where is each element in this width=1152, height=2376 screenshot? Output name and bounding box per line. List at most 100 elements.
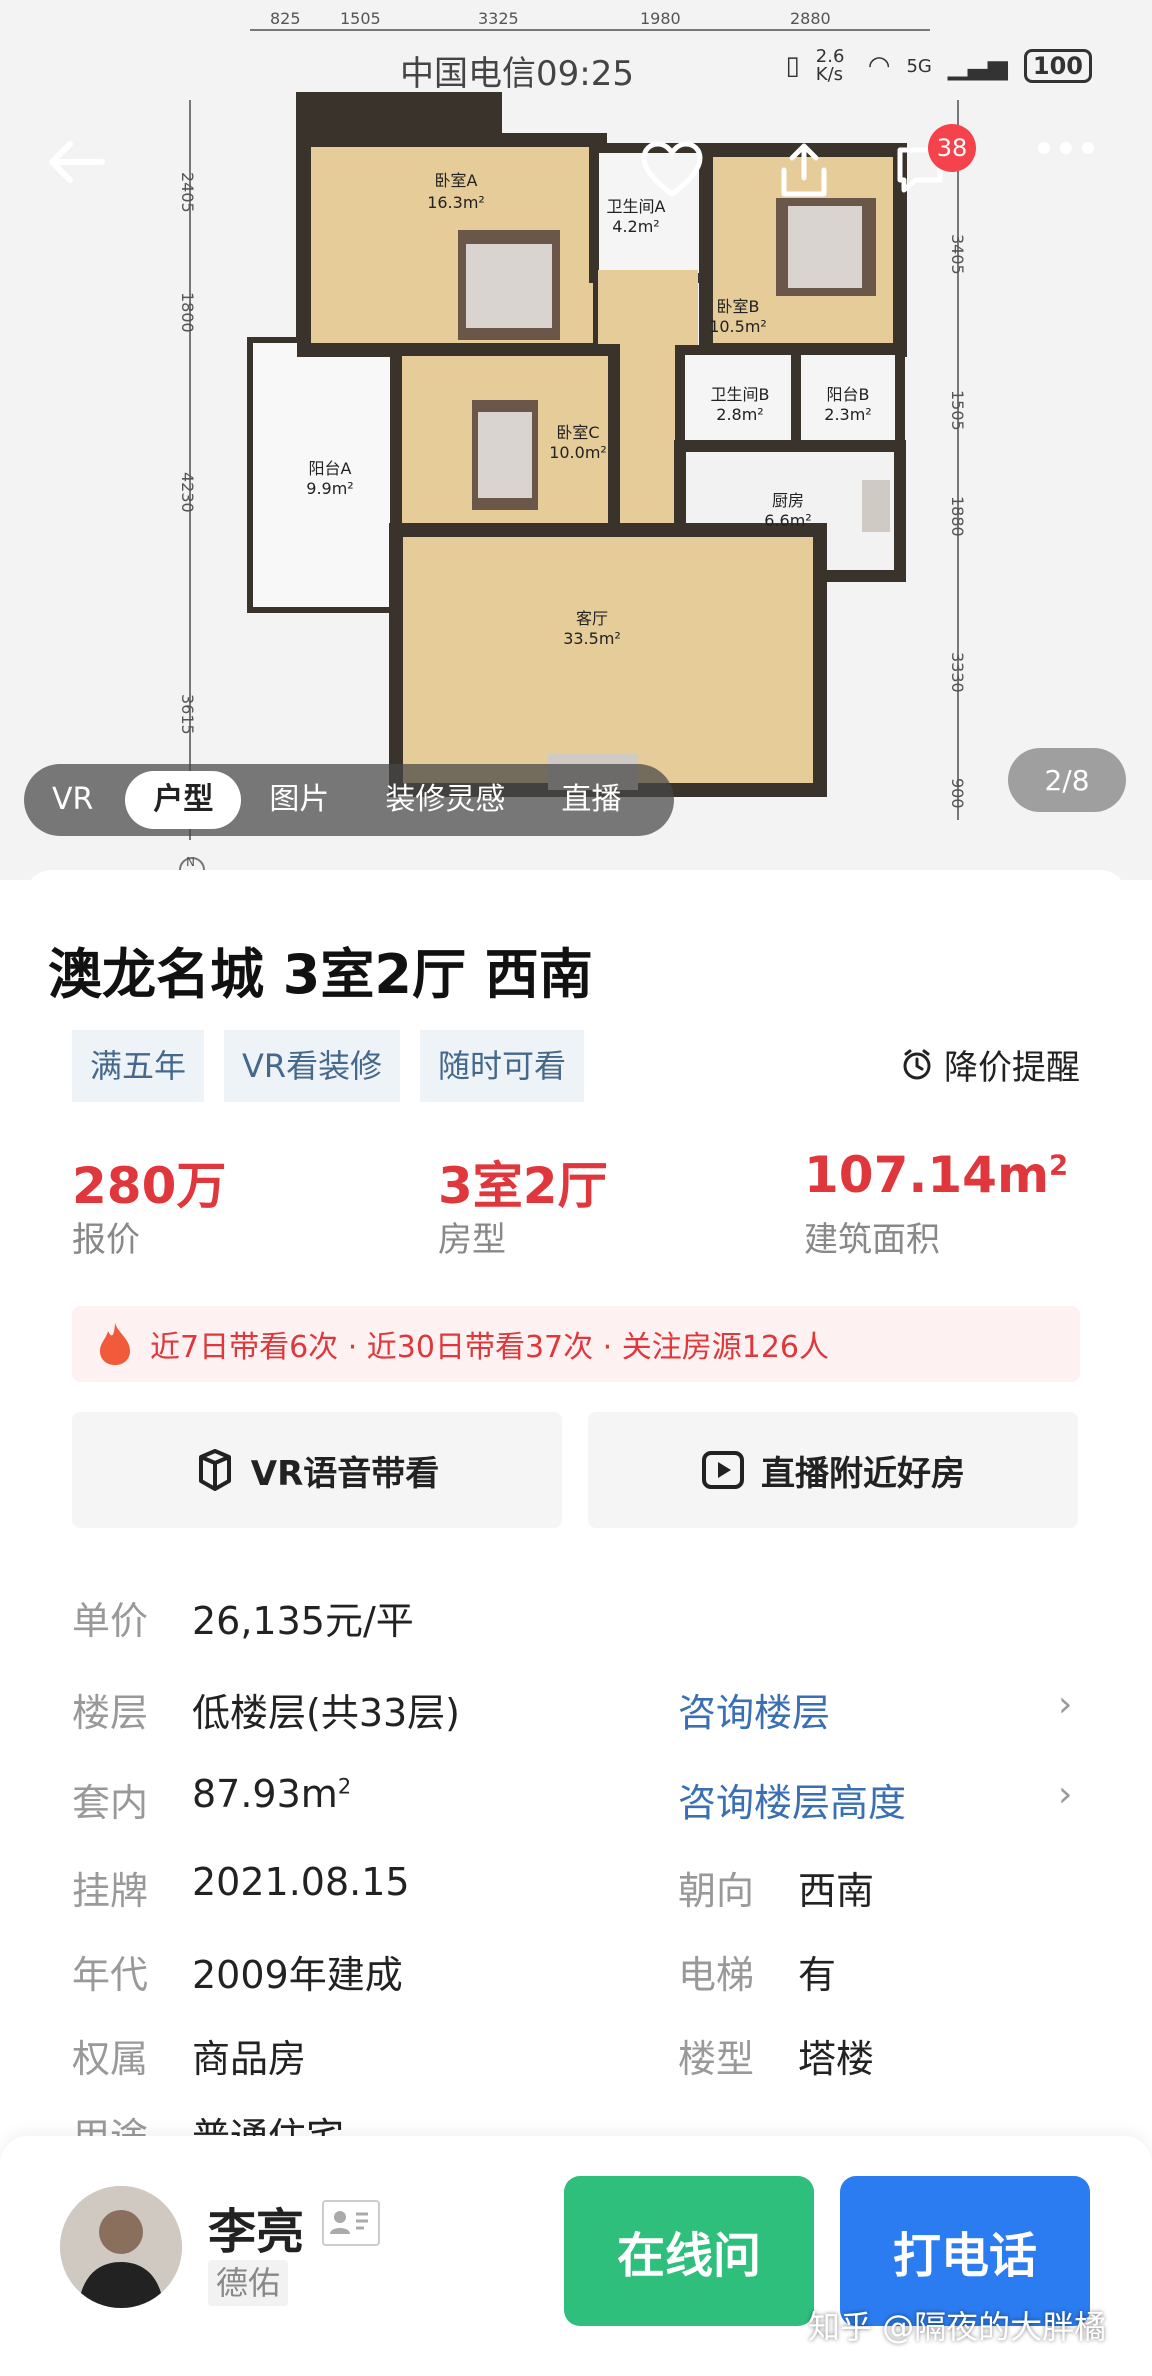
alarm-clock-icon xyxy=(903,1049,931,1079)
stat-area-label: 建筑面积 xyxy=(804,1220,940,1260)
tab-photos[interactable]: 图片 xyxy=(241,771,357,829)
listing-title: 澳龙名城 3室2厅 西南 xyxy=(48,943,593,1006)
stat-layout-label: 房型 xyxy=(438,1220,506,1260)
status-time: 中国电信09:25 xyxy=(400,54,634,94)
price-alert-button[interactable]: 降价提醒 xyxy=(900,1040,1080,1089)
chevron-right-icon[interactable]: › xyxy=(1058,1774,1072,1815)
dim-right-2: 1505 xyxy=(948,390,967,431)
dim-top-4: 1980 xyxy=(640,9,681,28)
more-button[interactable] xyxy=(1036,140,1106,210)
stat-layout-value: 3室2厅 xyxy=(438,1157,608,1215)
dim-left-4: 3615 xyxy=(178,694,197,735)
room-balcony-b-name: 阳台B xyxy=(827,385,870,404)
room-balcony-a-name: 阳台A xyxy=(309,459,352,478)
tab-decor[interactable]: 装修灵感 xyxy=(357,771,533,829)
inner-area-value: 87.93m2 xyxy=(192,1772,351,1816)
year-label: 年代 xyxy=(72,1953,149,1997)
ownership-label: 权属 xyxy=(72,2037,149,2081)
room-kitchen-name: 厨房 xyxy=(772,491,804,510)
dim-right-3: 1880 xyxy=(948,496,967,537)
stat-area-number: 107.14m xyxy=(804,1146,1050,1204)
id-card-glyph xyxy=(330,2211,368,2234)
room-bedroom-b-name: 卧室B xyxy=(717,297,760,316)
tab-floorplan[interactable]: 户型 xyxy=(125,771,242,829)
dim-right-5: 900 xyxy=(948,778,967,809)
business-card-icon[interactable] xyxy=(322,2200,380,2246)
dim-left-2: 1800 xyxy=(178,292,197,333)
orientation-value: 西南 xyxy=(798,1869,875,1913)
tag-vr-decor: VR看装修 xyxy=(224,1030,401,1102)
dim-top-3: 3325 xyxy=(478,9,519,28)
building-type-value: 塔楼 xyxy=(798,2037,875,2081)
floor-plan-viewer[interactable]: 825 1505 3325 1980 2880 2405 1800 4230 3… xyxy=(0,0,1152,880)
inner-area-unit-sup: 2 xyxy=(337,1774,352,1799)
tab-live[interactable]: 直播 xyxy=(533,771,649,829)
tab-vr[interactable]: VR xyxy=(24,771,121,829)
floor-plan-image: 825 1505 3325 1980 2880 2405 1800 4230 3… xyxy=(178,9,967,880)
dim-left-3: 4230 xyxy=(178,472,197,513)
favorite-button[interactable] xyxy=(640,140,710,210)
signal-icon: ▁▃▅ xyxy=(947,51,1008,81)
stat-area-value: 107.14m2 xyxy=(804,1146,1068,1204)
price-alert-label: 降价提醒 xyxy=(944,1048,1080,1088)
status-bar: 中国电信09:25 ▯ 2.6 K/s ◠ 5G ▁▃▅ 100 xyxy=(0,40,1152,100)
message-count-badge: 38 xyxy=(928,124,976,172)
zhihu-watermark: 知乎 @隔夜的大胖橘 xyxy=(808,2308,1107,2346)
ownership-value: 商品房 xyxy=(192,2037,307,2081)
room-bedroom-c-area: 10.0m² xyxy=(549,443,607,462)
heart-icon xyxy=(641,141,703,198)
agent-name: 李亮 xyxy=(208,2204,305,2260)
dim-left-1: 2405 xyxy=(178,172,197,213)
tag-five-years: 满五年 xyxy=(72,1030,205,1102)
tag-anytime-viewing: 随时可看 xyxy=(420,1030,585,1102)
vr-voice-tour-label: VR语音带看 xyxy=(250,1453,440,1494)
room-bedroom-a-name: 卧室A xyxy=(435,171,478,190)
share-button[interactable] xyxy=(776,140,846,210)
room-bedroom-a-area: 16.3m² xyxy=(427,193,485,212)
vr-voice-tour-button[interactable]: VR语音带看 xyxy=(72,1412,562,1528)
unit-price-value: 26,135元/平 xyxy=(192,1599,414,1643)
floor-label: 楼层 xyxy=(72,1691,149,1735)
wifi-icon: ◠ xyxy=(867,51,891,81)
svg-text:N: N xyxy=(186,855,195,869)
live-nearby-label: 直播附近好房 xyxy=(761,1453,965,1494)
room-bedroom-c-name: 卧室C xyxy=(556,423,599,442)
chat-online-button[interactable]: 在线问 xyxy=(564,2176,814,2326)
unit-price-label: 单价 xyxy=(72,1599,149,1643)
flame-icon xyxy=(100,1323,130,1365)
share-icon xyxy=(781,143,827,197)
listed-date-label: 挂牌 xyxy=(72,1869,149,1913)
back-button[interactable] xyxy=(46,140,116,210)
agent-company: 德佑 xyxy=(208,2260,289,2306)
vibrate-icon: ▯ xyxy=(785,51,800,81)
consult-floor-height-link[interactable]: 咨询楼层高度 xyxy=(678,1772,906,1827)
listed-date-value: 2021.08.15 xyxy=(192,1860,410,1904)
room-living-name: 客厅 xyxy=(576,609,608,628)
stat-price-label: 报价 xyxy=(72,1220,140,1260)
room-bath-a-area: 4.2m² xyxy=(612,217,659,236)
battery-icon: 100 xyxy=(1023,49,1092,83)
photo-counter: 2/8 xyxy=(1008,748,1126,812)
orientation-label: 朝向 xyxy=(678,1869,755,1913)
dim-right-1: 3405 xyxy=(948,234,967,275)
inner-area-label: 套内 xyxy=(72,1781,149,1825)
elevator-value: 有 xyxy=(798,1953,837,1997)
room-bath-b-area: 2.8m² xyxy=(716,405,763,424)
signal-label: 5G xyxy=(906,55,932,77)
status-icons: ▯ 2.6 K/s ◠ 5G ▁▃▅ 100 xyxy=(785,48,1092,84)
vr-cube-icon xyxy=(198,1449,231,1491)
consult-floor-link[interactable]: 咨询楼层 xyxy=(678,1682,830,1737)
agent-avatar[interactable] xyxy=(60,2186,182,2308)
agent-photo xyxy=(60,2186,182,2308)
year-value: 2009年建成 xyxy=(192,1953,403,1997)
stat-price-value: 280万 xyxy=(72,1157,227,1215)
floor-value: 低楼层(共33层) xyxy=(192,1691,461,1735)
live-nearby-button[interactable]: 直播附近好房 xyxy=(588,1412,1078,1528)
building-type-label: 楼型 xyxy=(678,2037,755,2081)
chevron-right-icon[interactable]: › xyxy=(1058,1684,1072,1725)
dim-right-4: 3330 xyxy=(948,652,967,693)
room-balcony-b-area: 2.3m² xyxy=(824,405,871,424)
room-bath-b-name: 卫生间B xyxy=(711,385,770,404)
elevator-label: 电梯 xyxy=(678,1953,755,1997)
video-play-icon xyxy=(702,1451,744,1489)
